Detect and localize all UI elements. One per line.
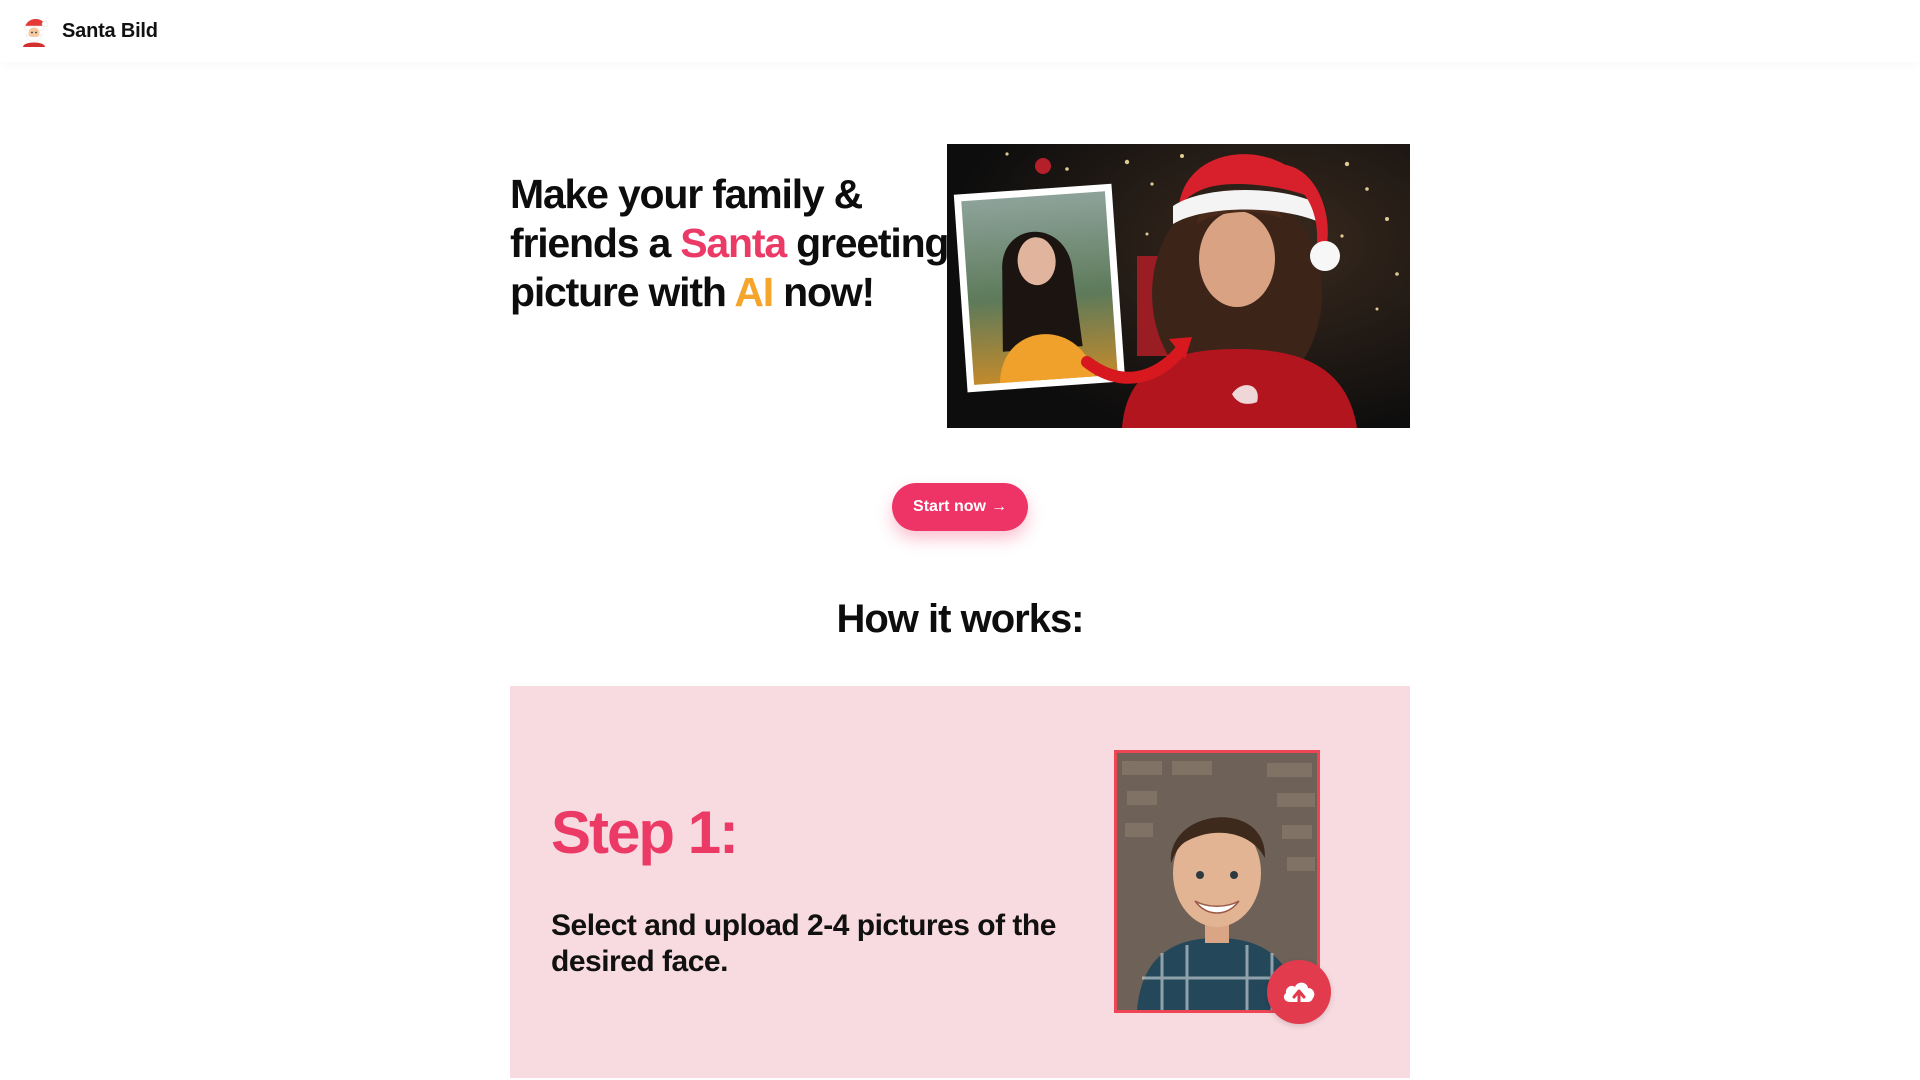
upload-cloud-badge — [1267, 960, 1331, 1024]
hero-title-ai-highlight: AI — [734, 269, 774, 315]
step-1-label: Step 1: — [551, 799, 739, 866]
arrow-right-icon: → — [990, 498, 1007, 515]
hero-example-illustration — [947, 144, 1410, 428]
brand-logo-link[interactable]: Santa Bild — [20, 15, 158, 47]
how-it-works-heading: How it works: — [836, 597, 1084, 641]
top-navigation-bar: Santa Bild — [0, 0, 1920, 62]
upload-cloud-icon — [1283, 982, 1315, 1006]
hero-title: Make your family & friends a Santa greet… — [510, 170, 950, 317]
hero-example-image — [947, 144, 1410, 428]
brand-name: Santa Bild — [62, 19, 158, 42]
step-1-description: Select and upload 2-4 pictures of the de… — [551, 909, 1056, 978]
santa-icon — [23, 18, 49, 47]
start-now-button[interactable]: Start now → — [892, 483, 1028, 531]
hero-title-santa-highlight: Santa — [680, 220, 787, 266]
hero-title-text-3: now! — [772, 269, 875, 315]
step-1-card: Step 1: Select and upload 2-4 pictures o… — [510, 686, 1410, 1078]
start-now-label: Start now — [913, 498, 986, 515]
